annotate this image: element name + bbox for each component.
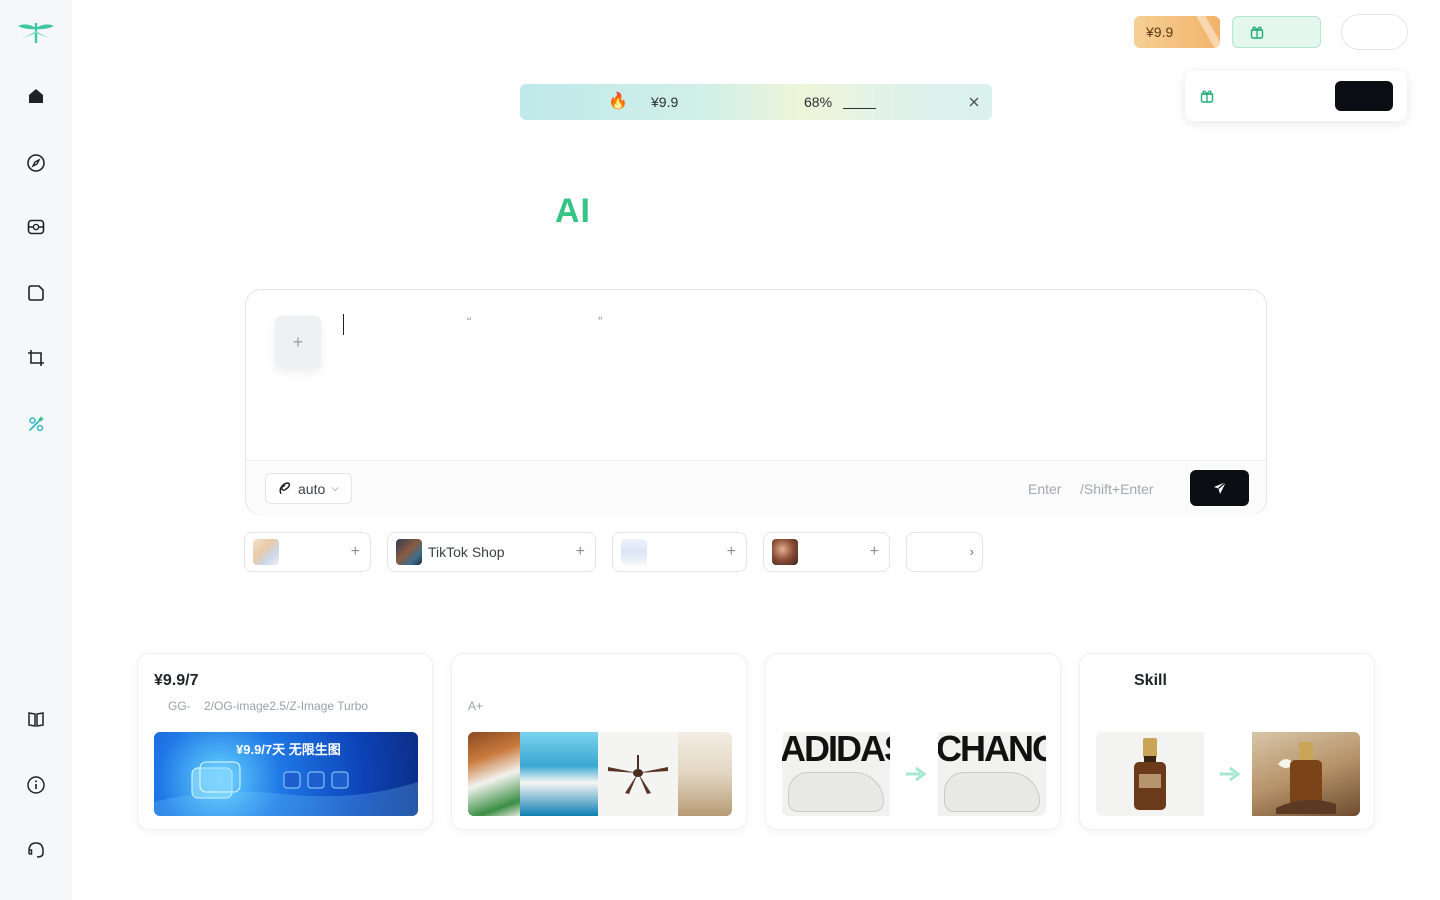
- collage-runner-image: [520, 732, 598, 816]
- composer-footer: auto ⌵ Enter /Shift+Enter: [246, 460, 1266, 515]
- model-label: auto: [298, 480, 326, 497]
- before-image-text: ADIDAS: [782, 732, 890, 769]
- template-chip[interactable]: +: [244, 532, 371, 572]
- card-subtitle-models: 2/OG-image2.5/Z-Image Turbo: [204, 699, 369, 713]
- card-subtitle: A+: [468, 699, 484, 713]
- template-chip[interactable]: +: [763, 532, 890, 572]
- docs-button[interactable]: [20, 703, 52, 735]
- home-button[interactable]: [20, 80, 52, 112]
- crop-button[interactable]: [20, 342, 52, 374]
- media-box-icon: [27, 219, 45, 235]
- promo-percent: 68%: [804, 94, 833, 110]
- before-bottle-image: [1096, 732, 1204, 816]
- chip-thumbnail: [253, 539, 279, 565]
- book-icon: [28, 712, 44, 727]
- media-button[interactable]: [20, 211, 52, 243]
- card-subtitle: GG-: [168, 699, 191, 713]
- gift-button[interactable]: [1232, 16, 1321, 48]
- template-chip[interactable]: +: [612, 532, 747, 572]
- card-banner-image: ¥9.9/7天 无限生图: [154, 732, 418, 816]
- promo-banner[interactable]: 🔥 ¥9.9 68%: [520, 84, 992, 120]
- folder-button[interactable]: [20, 277, 52, 309]
- chip-thumbnail: [772, 539, 798, 565]
- promo-close-button[interactable]: [964, 92, 984, 112]
- model-select[interactable]: auto ⌵: [265, 473, 352, 504]
- gift-icon: [1200, 90, 1214, 103]
- after-image-text: CHANGE: [938, 732, 1046, 769]
- claim-button[interactable]: [1335, 81, 1393, 111]
- serum-bottle-styled-icon: [1276, 742, 1336, 814]
- pricing-label: ¥9.9: [1146, 24, 1174, 40]
- arrow-right-icon: [1220, 766, 1241, 782]
- pricing-button[interactable]: ¥9.9: [1134, 16, 1220, 48]
- chip-thumbnail: [621, 539, 647, 565]
- upload-image-button[interactable]: +: [275, 316, 321, 368]
- collage-room-image: [678, 732, 732, 816]
- dragonfly-logo-icon[interactable]: [16, 20, 56, 44]
- send-icon: [1213, 481, 1226, 494]
- card-collage-image: [468, 732, 732, 816]
- gift-popover: [1185, 71, 1407, 121]
- shift-enter-hint: /Shift+Enter: [1080, 481, 1154, 497]
- feature-card-edit[interactable]: ADIDAS CHANGE: [765, 653, 1061, 830]
- compass-icon: [27, 154, 45, 172]
- prompt-input[interactable]: [343, 314, 344, 335]
- plus-icon: +: [869, 543, 879, 560]
- plus-icon: +: [575, 543, 585, 560]
- ceiling-fan-icon: [608, 755, 668, 794]
- hero-title: AI: [555, 192, 591, 230]
- card-title: Skill: [1134, 672, 1167, 689]
- close-icon: [969, 97, 979, 107]
- ai-tools-button[interactable]: [20, 408, 52, 440]
- more-chips-button[interactable]: ›: [906, 532, 983, 572]
- support-button[interactable]: [20, 834, 52, 866]
- after-bottle-image: [1252, 732, 1360, 816]
- plus-icon: +: [292, 331, 304, 352]
- collage-shoe-image: [468, 732, 520, 816]
- fire-icon: 🔥: [608, 93, 628, 110]
- info-icon: [27, 776, 45, 794]
- prompt-quote-open: “: [467, 314, 472, 329]
- plus-icon: +: [350, 543, 360, 560]
- folder-icon: [28, 285, 44, 301]
- chevron-down-icon: ⌵: [331, 483, 339, 494]
- chevron-right-icon: ›: [969, 544, 974, 559]
- feature-card-aplus[interactable]: A+: [451, 653, 747, 830]
- before-image: ADIDAS: [782, 732, 890, 816]
- magic-tools-icon: [29, 416, 44, 432]
- card-before-after: [1096, 732, 1360, 816]
- crop-icon: [28, 350, 44, 366]
- about-button[interactable]: [20, 769, 52, 801]
- serum-bottle-icon: [1134, 738, 1166, 810]
- enter-hint: Enter: [1028, 481, 1062, 497]
- send-button[interactable]: [1190, 470, 1249, 506]
- plus-icon: +: [726, 543, 736, 560]
- template-chip[interactable]: TikTok Shop +: [387, 532, 596, 572]
- home-icon: [29, 89, 43, 103]
- gift-icon: [1250, 26, 1264, 39]
- chip-thumbnail: [396, 539, 422, 565]
- promo-link-underline[interactable]: [843, 108, 876, 109]
- explore-button[interactable]: [20, 147, 52, 179]
- banner-text: ¥9.9/7天 无限生图: [236, 742, 341, 757]
- card-title: ¥9.9/7: [154, 672, 199, 689]
- collage-fan-image: [598, 732, 678, 816]
- login-button[interactable]: [1341, 14, 1408, 50]
- arrow-right-icon: [906, 766, 927, 782]
- chip-label: TikTok Shop: [428, 544, 505, 560]
- card-before-after: ADIDAS CHANGE: [782, 732, 1046, 816]
- headset-icon: [28, 842, 44, 858]
- prompt-composer: + “ ” auto ⌵ Enter /Shift+Enter: [245, 289, 1267, 515]
- prompt-quote-close: ”: [598, 314, 603, 329]
- feature-card-unlimited[interactable]: ¥9.9/7 GG- 2/OG-image2.5/Z-Image Turbo ¥…: [137, 653, 433, 830]
- feature-card-skill[interactable]: Skill: [1079, 653, 1375, 830]
- promo-price: ¥9.9: [651, 94, 679, 110]
- model-icon: [279, 482, 291, 494]
- after-image: CHANGE: [938, 732, 1046, 816]
- sidebar: [0, 0, 72, 900]
